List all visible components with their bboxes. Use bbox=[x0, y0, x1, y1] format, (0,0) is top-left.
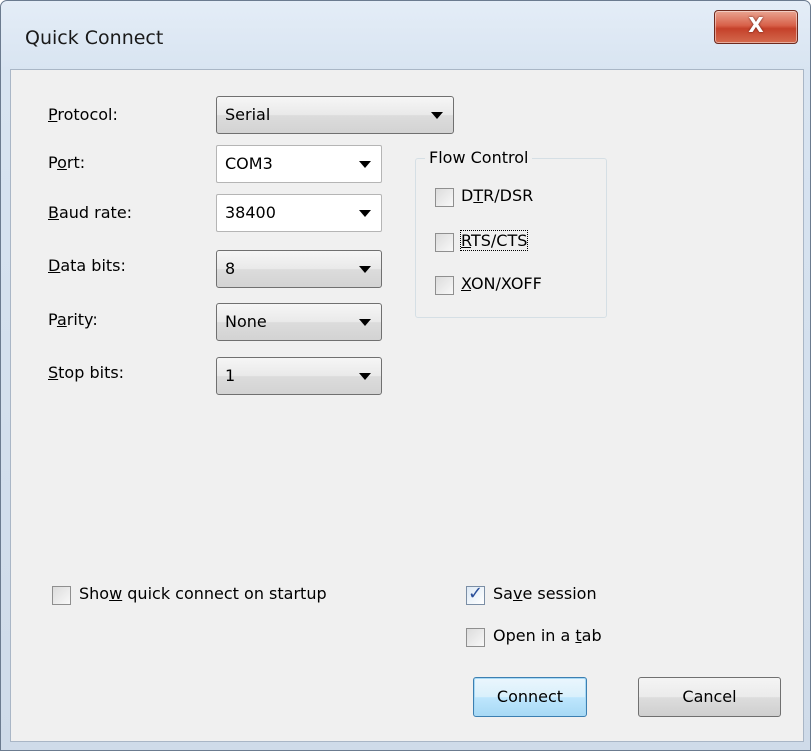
parity-label-mnemonic: a bbox=[56, 310, 67, 329]
rts-cts-label: RTS/CTS bbox=[459, 230, 529, 251]
rts-cts-checkbox[interactable] bbox=[435, 233, 454, 252]
stop-bits-label-rest: top bits: bbox=[58, 363, 125, 382]
dialog-body: Protocol: Serial Port: COM3 Baud rate: 3… bbox=[10, 69, 804, 742]
dtr-dsr-checkbox[interactable] bbox=[435, 188, 454, 207]
save-session-checkbox[interactable]: ✓ bbox=[466, 583, 485, 605]
stop-bits-select[interactable]: 1 bbox=[216, 357, 382, 395]
protocol-value: Serial bbox=[225, 105, 271, 124]
chevron-down-icon bbox=[359, 210, 371, 217]
rts-cts-label-mnemonic: R bbox=[461, 231, 471, 250]
open-in-tab-label-rest: ab bbox=[581, 626, 602, 645]
data-bits-value: 8 bbox=[225, 259, 236, 278]
quick-connect-window: Quick Connect X Protocol: Serial Port: C… bbox=[0, 0, 811, 751]
port-value: COM3 bbox=[225, 154, 273, 173]
xon-xoff-label-rest: ON/XOFF bbox=[470, 274, 542, 293]
cancel-button[interactable]: Cancel bbox=[638, 677, 781, 717]
save-session-label: Save session bbox=[493, 584, 597, 603]
protocol-select[interactable]: Serial bbox=[216, 96, 454, 134]
data-bits-select[interactable]: 8 bbox=[216, 250, 382, 288]
chevron-down-icon bbox=[431, 112, 443, 119]
data-bits-label-mnemonic: D bbox=[48, 256, 61, 275]
checkmark-icon: ✓ bbox=[468, 583, 484, 604]
rts-cts-label-rest: TS/CTS bbox=[470, 231, 528, 250]
protocol-label-mnemonic: P bbox=[48, 105, 58, 124]
xon-xoff-label: XON/XOFF bbox=[461, 274, 542, 293]
stop-bits-label: Stop bits: bbox=[48, 363, 124, 382]
xon-xoff-checkbox[interactable] bbox=[435, 276, 454, 295]
dtr-dsr-label-mnemonic: T bbox=[473, 186, 484, 205]
parity-value: None bbox=[225, 312, 267, 331]
port-label-mnemonic: o bbox=[57, 153, 67, 172]
chevron-down-icon bbox=[359, 319, 371, 326]
save-session-label-rest: e session bbox=[522, 584, 597, 603]
dtr-dsr-label-rest: R/DSR bbox=[483, 186, 534, 205]
port-label-rest: rt: bbox=[66, 153, 86, 172]
show-on-startup-label: Show quick connect on startup bbox=[79, 584, 327, 603]
show-on-startup-label-rest: quick connect on startup bbox=[122, 584, 327, 603]
chevron-down-icon bbox=[359, 266, 371, 273]
stop-bits-label-mnemonic: S bbox=[48, 363, 59, 382]
baud-rate-label-rest: aud rate: bbox=[58, 203, 133, 222]
flow-control-title: Flow Control bbox=[425, 148, 533, 167]
xon-xoff-label-mnemonic: X bbox=[461, 274, 471, 293]
baud-rate-label: Baud rate: bbox=[48, 203, 132, 222]
data-bits-label: Data bits: bbox=[48, 256, 126, 275]
open-in-tab-checkbox[interactable] bbox=[466, 628, 485, 647]
show-on-startup-label-mnemonic: w bbox=[109, 584, 123, 603]
port-label-pre: P bbox=[48, 153, 58, 172]
port-label: Port: bbox=[48, 153, 85, 172]
baud-rate-select[interactable]: 38400 bbox=[216, 194, 382, 232]
show-on-startup-checkbox[interactable] bbox=[52, 586, 71, 605]
baud-rate-label-mnemonic: B bbox=[48, 203, 59, 222]
baud-rate-value: 38400 bbox=[225, 203, 276, 222]
open-in-tab-label-pre: Open in a bbox=[493, 626, 576, 645]
stop-bits-value: 1 bbox=[225, 366, 236, 385]
parity-label: Parity: bbox=[48, 310, 98, 329]
connect-button[interactable]: Connect bbox=[473, 677, 587, 717]
protocol-label-rest: rotocol: bbox=[57, 105, 118, 124]
window-title: Quick Connect bbox=[25, 27, 164, 49]
chevron-down-icon bbox=[359, 373, 371, 380]
parity-label-pre: P bbox=[48, 310, 57, 329]
open-in-tab-label: Open in a tab bbox=[493, 626, 602, 645]
data-bits-label-rest: ata bits: bbox=[60, 256, 126, 275]
port-select[interactable]: COM3 bbox=[216, 145, 382, 183]
close-button[interactable]: X bbox=[714, 10, 798, 44]
close-icon: X bbox=[748, 13, 764, 37]
protocol-label: Protocol: bbox=[48, 105, 118, 124]
save-session-label-pre: Sa bbox=[493, 584, 513, 603]
dtr-dsr-label-pre: D bbox=[461, 186, 474, 205]
chevron-down-icon bbox=[359, 161, 371, 168]
parity-label-rest: rity: bbox=[66, 310, 98, 329]
show-on-startup-label-pre: Sho bbox=[79, 584, 110, 603]
dtr-dsr-label: DTR/DSR bbox=[461, 186, 533, 205]
parity-select[interactable]: None bbox=[216, 303, 382, 341]
